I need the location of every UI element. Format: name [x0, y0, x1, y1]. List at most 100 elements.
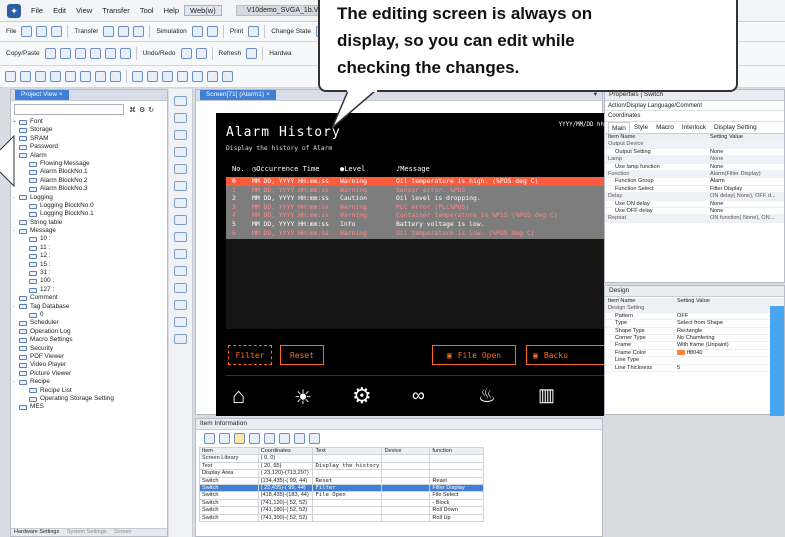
bring-front-icon[interactable] — [162, 71, 173, 82]
tree-item[interactable]: - Logging — [13, 194, 167, 202]
tree-item[interactable]: Video Player — [13, 361, 167, 369]
project-view-tab[interactable]: Project View × — [15, 90, 69, 100]
monitor-icon[interactable] — [133, 26, 145, 37]
tree-item[interactable]: Password — [13, 143, 167, 151]
palette-line-icon[interactable] — [174, 300, 187, 310]
redo-icon[interactable] — [195, 48, 207, 59]
distribute-v-icon[interactable] — [110, 71, 121, 82]
palette-keypad-icon[interactable] — [174, 147, 187, 157]
tree-item[interactable]: - Recipe — [13, 378, 167, 386]
property-row[interactable]: Output Setting None — [605, 149, 784, 157]
property-row[interactable]: Use OFF delay None — [605, 208, 784, 216]
palette-misc-icon[interactable] — [174, 334, 187, 344]
tree-item[interactable]: 12 : — [13, 252, 167, 260]
tree-item[interactable]: 10 : — [13, 235, 167, 243]
new-file-icon[interactable] — [21, 26, 33, 37]
tree-item[interactable]: Storage — [13, 126, 167, 134]
property-value[interactable] — [677, 357, 784, 363]
property-value[interactable]: Alarm — [710, 178, 784, 184]
tab-hardware-settings[interactable]: Hardware Settings — [11, 529, 62, 535]
tab-display-setting[interactable]: Display Setting — [710, 122, 761, 133]
table-row[interactable]: Switch (418,435)-(183, 44) File Open File S… — [199, 491, 484, 500]
property-value[interactable]: Filter Display — [710, 186, 784, 192]
distribute-h-icon[interactable] — [95, 71, 106, 82]
tab-macro[interactable]: Macro — [652, 122, 678, 133]
tree-item[interactable]: Alarm BlockNo.3 — [13, 185, 167, 193]
tree-item[interactable]: SRAM — [13, 135, 167, 143]
binoculars-icon[interactable]: ∞ — [412, 385, 425, 406]
col-text[interactable]: Text — [312, 446, 383, 456]
paste-icon[interactable] — [59, 48, 71, 59]
property-value[interactable]: OFF — [677, 313, 784, 319]
property-row[interactable]: Line Thickness 5 — [605, 365, 784, 372]
item-copy-icon[interactable] — [204, 433, 215, 444]
property-value[interactable]: ff8040 — [677, 350, 784, 356]
property-row[interactable]: Lamp None — [605, 156, 784, 164]
property-row[interactable]: Frame Color ff8040 — [605, 350, 784, 358]
project-search-input[interactable] — [14, 104, 124, 115]
gear-icon[interactable]: ⚙ — [139, 106, 145, 114]
col-coordinates[interactable]: Coordinates — [257, 446, 314, 456]
palette-window-icon[interactable] — [174, 266, 187, 276]
table-row[interactable]: Text( 20, 65) Display the history — [199, 461, 484, 471]
property-row[interactable]: Function Alarm(Filter Display) — [605, 170, 784, 179]
tree-item[interactable]: Alarm BlockNo.1 — [13, 168, 167, 176]
undo-icon[interactable] — [180, 48, 192, 59]
alarm-row[interactable]: 6 MM DD, YYYY HH:mm:ss Warning Oil temperat… — [226, 229, 604, 238]
property-row[interactable]: Pattern OFF — [605, 313, 784, 321]
file-open-button[interactable]: ▣ File Open — [432, 345, 516, 365]
item-filter-icon[interactable] — [279, 433, 290, 444]
alarm-row[interactable]: 5 MM DD, YYYY HH:mm:ss Info Battery voltage… — [226, 220, 604, 229]
simulation-icon[interactable] — [191, 26, 203, 37]
tab-interlock[interactable]: Interlock — [678, 122, 710, 133]
duplicate-icon[interactable] — [104, 48, 116, 59]
alarm-row[interactable]: 0 MM DD, YYYY HH:mm:ss Warning Oil temperat… — [226, 177, 604, 186]
table-row[interactable]: Switch (741,300)-( 52, 52) Roll Up — [199, 513, 484, 523]
alarm-row[interactable]: 1 MM DD, YYYY HH:mm:ss Warning Sensor error… — [226, 186, 604, 195]
unlock-icon[interactable] — [207, 71, 218, 82]
property-row[interactable]: Corner Type No Chamfering — [605, 335, 784, 343]
filter-button[interactable]: Filter — [228, 345, 272, 365]
align-left-icon[interactable] — [5, 71, 16, 82]
collapse-all-icon[interactable]: ⌘ — [129, 106, 136, 114]
backup-button[interactable]: ▣ Backu — [526, 345, 604, 365]
property-value[interactable]: ON function( None), ON... — [710, 215, 784, 221]
alarm-lamp-icon[interactable]: ☀ — [294, 385, 312, 410]
table-row[interactable]: Switch( 22,435)-( 99, 44) Filter Filter Di… — [199, 484, 484, 493]
upload-icon[interactable] — [103, 26, 115, 37]
property-row[interactable]: Line Type — [605, 357, 784, 365]
tab-screen[interactable]: Screen — [111, 529, 134, 535]
tree-item[interactable]: - Message — [13, 227, 167, 235]
palette-data-display-icon[interactable] — [174, 164, 187, 174]
ungroup-icon[interactable] — [147, 71, 158, 82]
property-row[interactable]: Design Setting — [605, 305, 784, 313]
property-row[interactable]: Function Select Filter Display — [605, 186, 784, 194]
item-print-icon[interactable] — [219, 433, 230, 444]
open-file-icon[interactable] — [36, 26, 48, 37]
table-row[interactable]: Screen Library( 0, 0) — [199, 454, 484, 463]
property-value[interactable] — [710, 141, 784, 147]
tree-item[interactable]: Flowing Message — [13, 160, 167, 168]
alarm-row[interactable]: 2 MM DD, YYYY HH:mm:ss Caution Oil level is… — [226, 194, 604, 203]
tree-item[interactable]: Logging BlockNo.1 — [13, 210, 167, 218]
reset-button[interactable]: Reset — [280, 345, 324, 365]
tree-item[interactable]: Operation Log — [13, 328, 167, 336]
property-row[interactable]: Repeat ON function( None), ON... — [605, 215, 784, 223]
property-value[interactable]: Rectangle — [677, 328, 784, 334]
home-icon[interactable]: ⌂ — [232, 383, 245, 409]
menu-transfer[interactable]: Transfer — [97, 6, 135, 15]
menu-view[interactable]: View — [71, 6, 97, 15]
align-middle-icon[interactable] — [65, 71, 76, 82]
table-row[interactable]: Switch (741,180)-( 52, 52) Roll Down — [199, 506, 484, 515]
editor-tab[interactable]: Screen[71] (Alarm1) × — [200, 90, 276, 100]
tree-item[interactable]: - Tag Database — [13, 303, 167, 311]
tree-item[interactable]: Alarm BlockNo.2 — [13, 177, 167, 185]
property-row[interactable]: Delay ON delay( None), OFF d... — [605, 193, 784, 201]
simulation-run-icon[interactable] — [206, 26, 218, 37]
property-row[interactable]: Frame With frame (Unpaint) — [605, 342, 784, 350]
print-icon[interactable] — [248, 26, 260, 37]
delete-icon[interactable] — [119, 48, 131, 59]
col-item[interactable]: Item — [199, 446, 259, 456]
lock-icon[interactable] — [192, 71, 203, 82]
palette-lamp-icon[interactable] — [174, 113, 187, 123]
